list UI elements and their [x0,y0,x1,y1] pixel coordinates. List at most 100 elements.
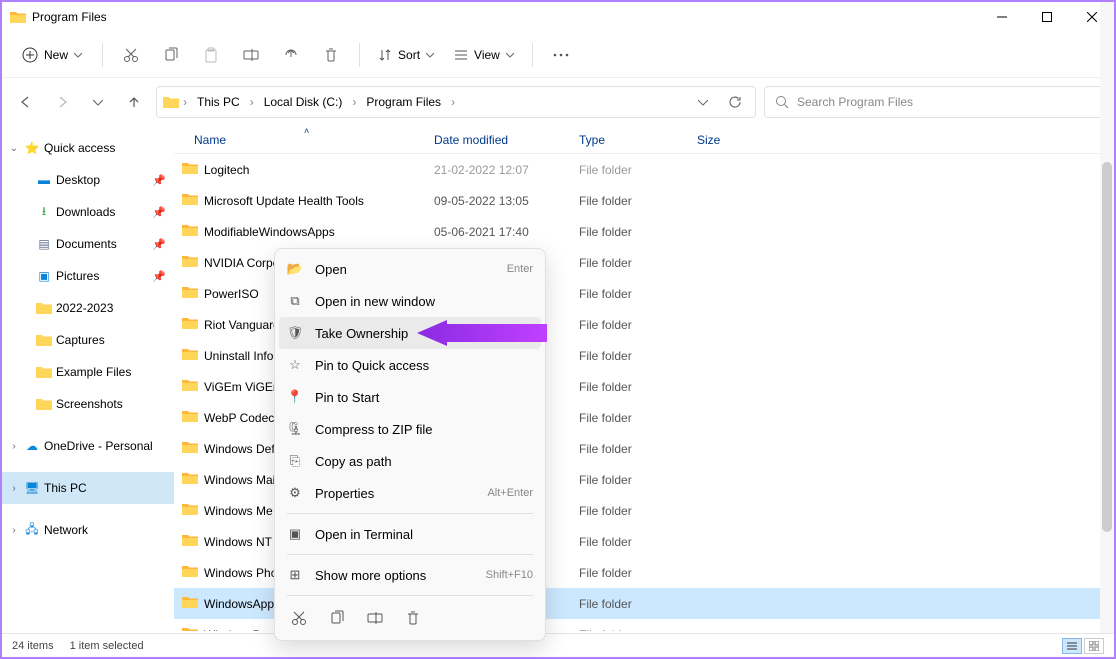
cut-button[interactable] [289,608,309,628]
copy-button[interactable] [327,608,347,628]
menu-take-ownership[interactable]: 🛡Take Ownership [279,317,541,349]
navigation-bar: › This PC › Local Disk (C:) › Program Fi… [2,78,1114,126]
sort-icon [378,48,392,62]
menu-copy-path[interactable]: ⎘Copy as path [279,445,541,477]
breadcrumb-item[interactable]: This PC [191,91,246,113]
file-row[interactable]: ModifiableWindowsApps05-06-2021 17:40Fil… [174,216,1114,247]
view-icon [454,48,468,62]
maximize-button[interactable] [1024,2,1069,32]
column-headers: ˄Name Date modified Type Size [174,126,1114,154]
folder-icon [182,192,198,209]
scrollbar-thumb[interactable] [1102,162,1112,532]
search-input[interactable] [797,95,1093,109]
menu-compress-zip[interactable]: 🗜Compress to ZIP file [279,413,541,445]
search-box[interactable] [764,86,1104,118]
sidebar-folder[interactable]: Example Files [2,356,174,388]
sidebar-documents[interactable]: ▤Documents📌 [2,228,174,260]
sidebar-item-label: Desktop [56,173,148,187]
chevron-down-icon [426,51,434,59]
menu-open-terminal[interactable]: ▣Open in Terminal [279,518,541,550]
sidebar-onedrive[interactable]: ›☁OneDrive - Personal [2,430,174,462]
sort-button[interactable]: Sort [370,43,442,67]
view-button[interactable]: View [446,43,522,67]
file-row[interactable]: Microsoft Update Health Tools09-05-2022 … [174,185,1114,216]
up-button[interactable] [120,88,148,116]
delete-button[interactable] [313,37,349,73]
breadcrumb-item[interactable]: Local Disk (C:) [258,91,349,113]
sidebar-desktop[interactable]: ▬Desktop📌 [2,164,174,196]
plus-circle-icon [22,47,38,63]
recent-button[interactable] [84,88,112,116]
chevron-down-icon [506,51,514,59]
sidebar-item-label: Network [44,523,174,537]
column-header-date[interactable]: Date modified [434,133,579,147]
menu-open[interactable]: 📂OpenEnter [279,253,541,285]
folder-icon [182,316,198,330]
folder-icon [182,285,198,302]
rename-button[interactable] [233,37,269,73]
menu-open-new-window[interactable]: ⧉Open in new window [279,285,541,317]
sidebar-pictures[interactable]: ▣Pictures📌 [2,260,174,292]
folder-icon [36,333,52,347]
sort-asc-icon: ˄ [304,126,309,136]
folder-icon [182,564,198,578]
file-row[interactable]: Logitech21-02-2022 12:07File folder [174,154,1114,185]
toolbar: New Sort View [2,32,1114,78]
file-name: ViGEm ViGEm [204,380,283,394]
zip-icon: 🗜 [287,421,303,437]
menu-pin-start[interactable]: 📍Pin to Start [279,381,541,413]
column-header-type[interactable]: Type [579,133,697,147]
pictures-icon: ▣ [36,269,52,283]
file-type: File folder [579,411,697,425]
sidebar-folder[interactable]: Screenshots [2,388,174,420]
thumbnails-view-button[interactable] [1084,638,1104,654]
file-type: File folder [579,380,697,394]
menu-properties[interactable]: ⚙PropertiesAlt+Enter [279,477,541,509]
menu-show-more[interactable]: ⊞Show more optionsShift+F10 [279,559,541,591]
new-button[interactable]: New [12,42,92,68]
sidebar-quick-access[interactable]: ⌄ ⭐ Quick access [2,132,174,164]
breadcrumb-item[interactable]: Program Files [360,91,447,113]
column-header-size[interactable]: Size [697,133,777,147]
delete-button[interactable] [403,608,423,628]
sidebar-network[interactable]: ›🖧Network [2,514,174,546]
refresh-button[interactable] [721,88,749,116]
address-bar[interactable]: › This PC › Local Disk (C:) › Program Fi… [156,86,756,118]
folder-icon [36,397,52,411]
sidebar-folder[interactable]: 2022-2023 [2,292,174,324]
folder-icon [182,223,198,240]
chevron-right-icon: › [181,95,189,109]
address-dropdown[interactable] [689,88,717,116]
chevron-down-icon [74,51,82,59]
share-button[interactable] [273,37,309,73]
file-type: File folder [579,442,697,456]
details-view-button[interactable] [1062,638,1082,654]
column-header-name[interactable]: ˄Name [174,133,434,147]
sidebar-this-pc[interactable]: ›🖥This PC [2,472,174,504]
folder-icon [182,378,198,392]
separator [102,43,103,67]
folder-icon [182,316,198,333]
folder-icon [182,347,198,364]
more-button[interactable] [543,37,579,73]
sidebar-item-label: 2022-2023 [56,301,174,315]
separator [359,43,360,67]
copy-button[interactable] [153,37,189,73]
back-button[interactable] [12,88,40,116]
context-menu: 📂OpenEnter ⧉Open in new window 🛡Take Own… [274,248,546,641]
vertical-scrollbar[interactable] [1100,2,1114,633]
folder-open-icon: 📂 [287,261,303,277]
folder-icon [182,626,198,631]
file-type: File folder [579,256,697,270]
sidebar-item-label: This PC [44,481,174,495]
sidebar-folder[interactable]: Captures [2,324,174,356]
sidebar-downloads[interactable]: ⭳Downloads📌 [2,196,174,228]
pin-icon: 📌 [152,270,168,283]
file-type: File folder [579,163,697,177]
menu-pin-quick-access[interactable]: ☆Pin to Quick access [279,349,541,381]
cut-button[interactable] [113,37,149,73]
network-icon: 🖧 [24,520,40,541]
minimize-button[interactable] [979,2,1024,32]
rename-button[interactable] [365,608,385,628]
star-icon: ⭐ [24,141,40,155]
